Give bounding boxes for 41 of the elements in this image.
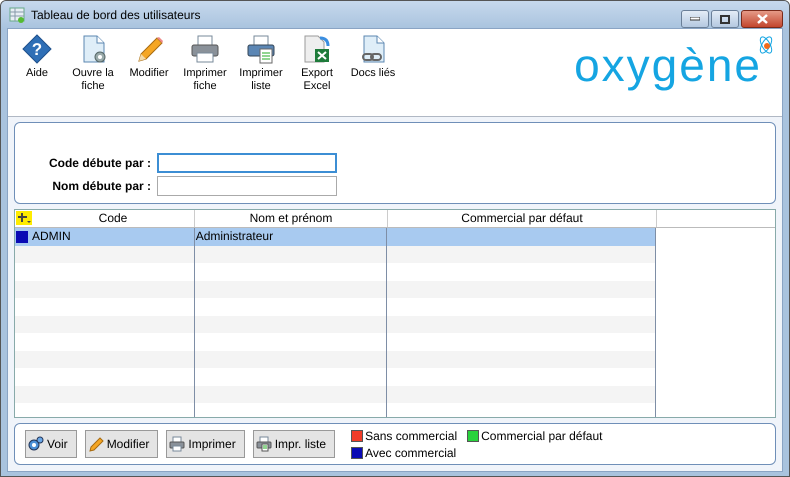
- pencil-icon: [88, 436, 104, 452]
- table-icon: [9, 6, 25, 22]
- printer-icon: [190, 34, 220, 64]
- toolbar-button[interactable]: Export Excel: [292, 34, 342, 93]
- input-field[interactable]: [157, 153, 337, 173]
- minimize-icon: [690, 17, 700, 21]
- field-label: Nom débute par :: [51, 178, 151, 195]
- printer-icon: [169, 436, 186, 452]
- window-title: Tableau de bord des utilisateurs: [31, 8, 202, 22]
- toolbar-button[interactable]: Imprimer liste: [236, 34, 286, 93]
- excel-export-icon: [302, 34, 332, 64]
- minimize-button[interactable]: [681, 10, 709, 28]
- toolbar-button[interactable]: Ouvre la fiche: [68, 34, 118, 93]
- column-header: Commercial par défaut: [388, 210, 657, 227]
- table-cell: Administrateur: [196, 228, 274, 246]
- action-button[interactable]: Imprimer: [166, 430, 245, 458]
- action-button[interactable]: Modifier: [84, 430, 158, 458]
- toolbar-button[interactable]: Modifier: [124, 34, 174, 80]
- close-icon: [756, 14, 768, 24]
- plus-icon: [17, 212, 31, 224]
- printer-list-icon: [256, 436, 272, 452]
- logo: oxygène: [574, 39, 762, 91]
- legend-label: Avec commercial: [365, 446, 456, 460]
- column-header: Nom et prénom: [195, 210, 388, 227]
- toolbar-button[interactable]: Imprimer fiche: [180, 34, 230, 93]
- action-button[interactable]: Voir: [25, 430, 77, 458]
- action-button[interactable]: Impr. liste: [252, 430, 336, 458]
- legend-label: Commercial par défaut: [481, 428, 602, 442]
- column-header: Code: [98, 210, 128, 227]
- close-button[interactable]: [741, 10, 783, 28]
- maximize-icon: [720, 14, 730, 24]
- maximize-button[interactable]: [711, 10, 739, 28]
- toolbar-button[interactable]: ? Aide: [12, 34, 62, 80]
- help-icon: ?: [22, 34, 52, 64]
- legend-label: Sans commercial: [365, 428, 458, 442]
- input-field[interactable]: [157, 176, 337, 196]
- field-label: Code débute par :: [48, 155, 151, 172]
- printer-list-icon: [246, 34, 276, 64]
- toolbar-button[interactable]: Docs liés: [348, 34, 398, 80]
- table-cell: ADMIN: [32, 228, 71, 246]
- add-column-button[interactable]: [16, 211, 32, 225]
